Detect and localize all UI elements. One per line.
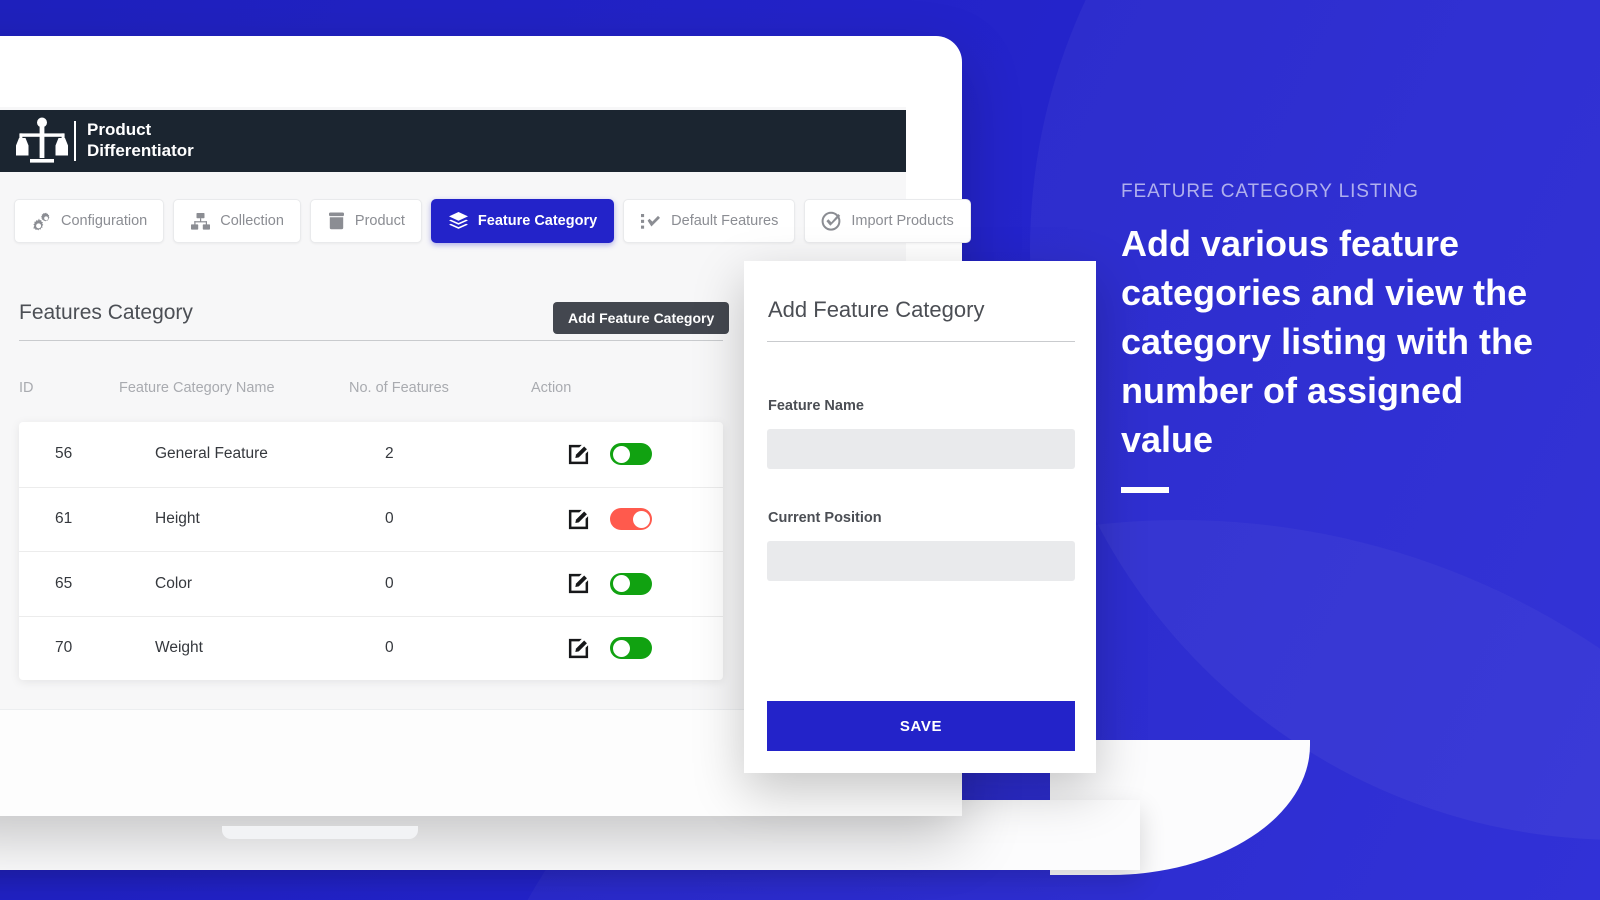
tab-label: Feature Category (477, 213, 598, 229)
tab-import-products[interactable]: Import Products (804, 199, 971, 243)
logo-text-line2: Differentiator (87, 141, 194, 160)
table-row[interactable]: 70 Weight 0 (19, 615, 723, 681)
cell-id: 61 (55, 510, 73, 528)
tab-configuration[interactable]: Configuration (14, 199, 165, 243)
cell-action (567, 637, 717, 660)
toggle-knob (612, 639, 630, 657)
feature-category-table: 56 General Feature 2 61 Height 0 65 Colo… (19, 422, 723, 680)
box-icon (328, 212, 344, 230)
sitemap-icon (191, 212, 211, 230)
edit-pencil-icon[interactable] (567, 637, 590, 660)
cell-features: 0 (385, 510, 394, 528)
cell-name: Color (155, 574, 193, 592)
checklist-icon (641, 213, 661, 229)
logo-text-line1: Product (87, 120, 152, 140)
column-header-features: No. of Features (349, 380, 449, 396)
toggle-knob (612, 445, 630, 463)
status-toggle[interactable] (610, 508, 652, 531)
cell-id: 56 (55, 445, 73, 463)
edit-pencil-icon[interactable] (567, 508, 590, 531)
balance-scale-icon (16, 117, 68, 163)
main-tabbar: Configuration Collection Product Feature… (14, 199, 971, 243)
tab-product[interactable]: Product (309, 199, 422, 243)
cell-features: 2 (385, 445, 394, 463)
table-row[interactable]: 61 Height 0 (19, 486, 723, 552)
layers-icon (448, 212, 468, 229)
promo-panel: FEATURE CATEGORY LISTING Add various fea… (1121, 181, 1541, 493)
status-toggle[interactable] (610, 443, 652, 466)
feature-name-label: Feature Name (768, 398, 864, 414)
cell-action (567, 572, 717, 595)
tab-label: Collection (220, 213, 284, 229)
add-feature-category-button[interactable]: Add Feature Category (553, 302, 730, 334)
toggle-knob (632, 510, 650, 528)
current-position-label: Current Position (768, 510, 882, 526)
device-chin-notch (222, 826, 418, 839)
column-header-id: ID (19, 380, 34, 396)
status-toggle[interactable] (610, 637, 652, 660)
cell-name: Height (155, 510, 200, 528)
tab-label: Import Products (851, 213, 954, 229)
logo-divider (74, 121, 76, 161)
current-position-input[interactable] (767, 541, 1075, 581)
feature-name-input[interactable] (767, 429, 1075, 469)
modal-title: Add Feature Category (768, 297, 985, 322)
save-button[interactable]: SAVE (767, 701, 1075, 751)
promo-eyebrow: FEATURE CATEGORY LISTING (1121, 181, 1419, 202)
screenshot-stage: Product Differentiator Configuration Col… (0, 0, 1600, 900)
cell-action (567, 443, 717, 466)
add-feature-category-modal: Add Feature Category Feature Name Curren… (744, 261, 1096, 773)
cell-action (567, 508, 717, 531)
column-header-action: Action (531, 380, 572, 396)
column-header-name: Feature Category Name (119, 380, 275, 396)
title-divider (19, 340, 723, 341)
gears-icon (33, 212, 50, 230)
cell-name: Weight (155, 639, 203, 657)
toggle-knob (612, 575, 630, 593)
promo-underline-bar (1121, 486, 1169, 493)
cell-name: General Feature (155, 445, 268, 463)
cell-features: 0 (385, 574, 394, 592)
cell-id: 65 (55, 574, 73, 592)
check-circle-icon (821, 211, 841, 231)
cell-features: 0 (385, 639, 394, 657)
tab-feature-category[interactable]: Feature Category (430, 199, 615, 243)
table-row[interactable]: 65 Color 0 (19, 551, 723, 616)
edit-pencil-icon[interactable] (567, 572, 590, 595)
tab-default-features[interactable]: Default Features (623, 199, 796, 243)
page-title: Features Category (19, 301, 193, 324)
promo-headline: Add various feature categories and view … (1121, 223, 1534, 460)
table-row[interactable]: 56 General Feature 2 (19, 422, 723, 487)
app-logo[interactable]: Product Differentiator (14, 116, 194, 166)
table-header: ID Feature Category Name No. of Features… (19, 380, 723, 396)
modal-title-divider (767, 341, 1075, 342)
tab-label: Product (354, 213, 405, 229)
status-toggle[interactable] (610, 572, 652, 595)
app-header: Product Differentiator (0, 110, 906, 172)
tab-label: Default Features (671, 213, 779, 229)
edit-pencil-icon[interactable] (567, 443, 590, 466)
cell-id: 70 (55, 639, 73, 657)
logo-text: Product Differentiator (87, 120, 194, 161)
tab-label: Configuration (61, 213, 148, 229)
tab-collection[interactable]: Collection (173, 199, 301, 243)
